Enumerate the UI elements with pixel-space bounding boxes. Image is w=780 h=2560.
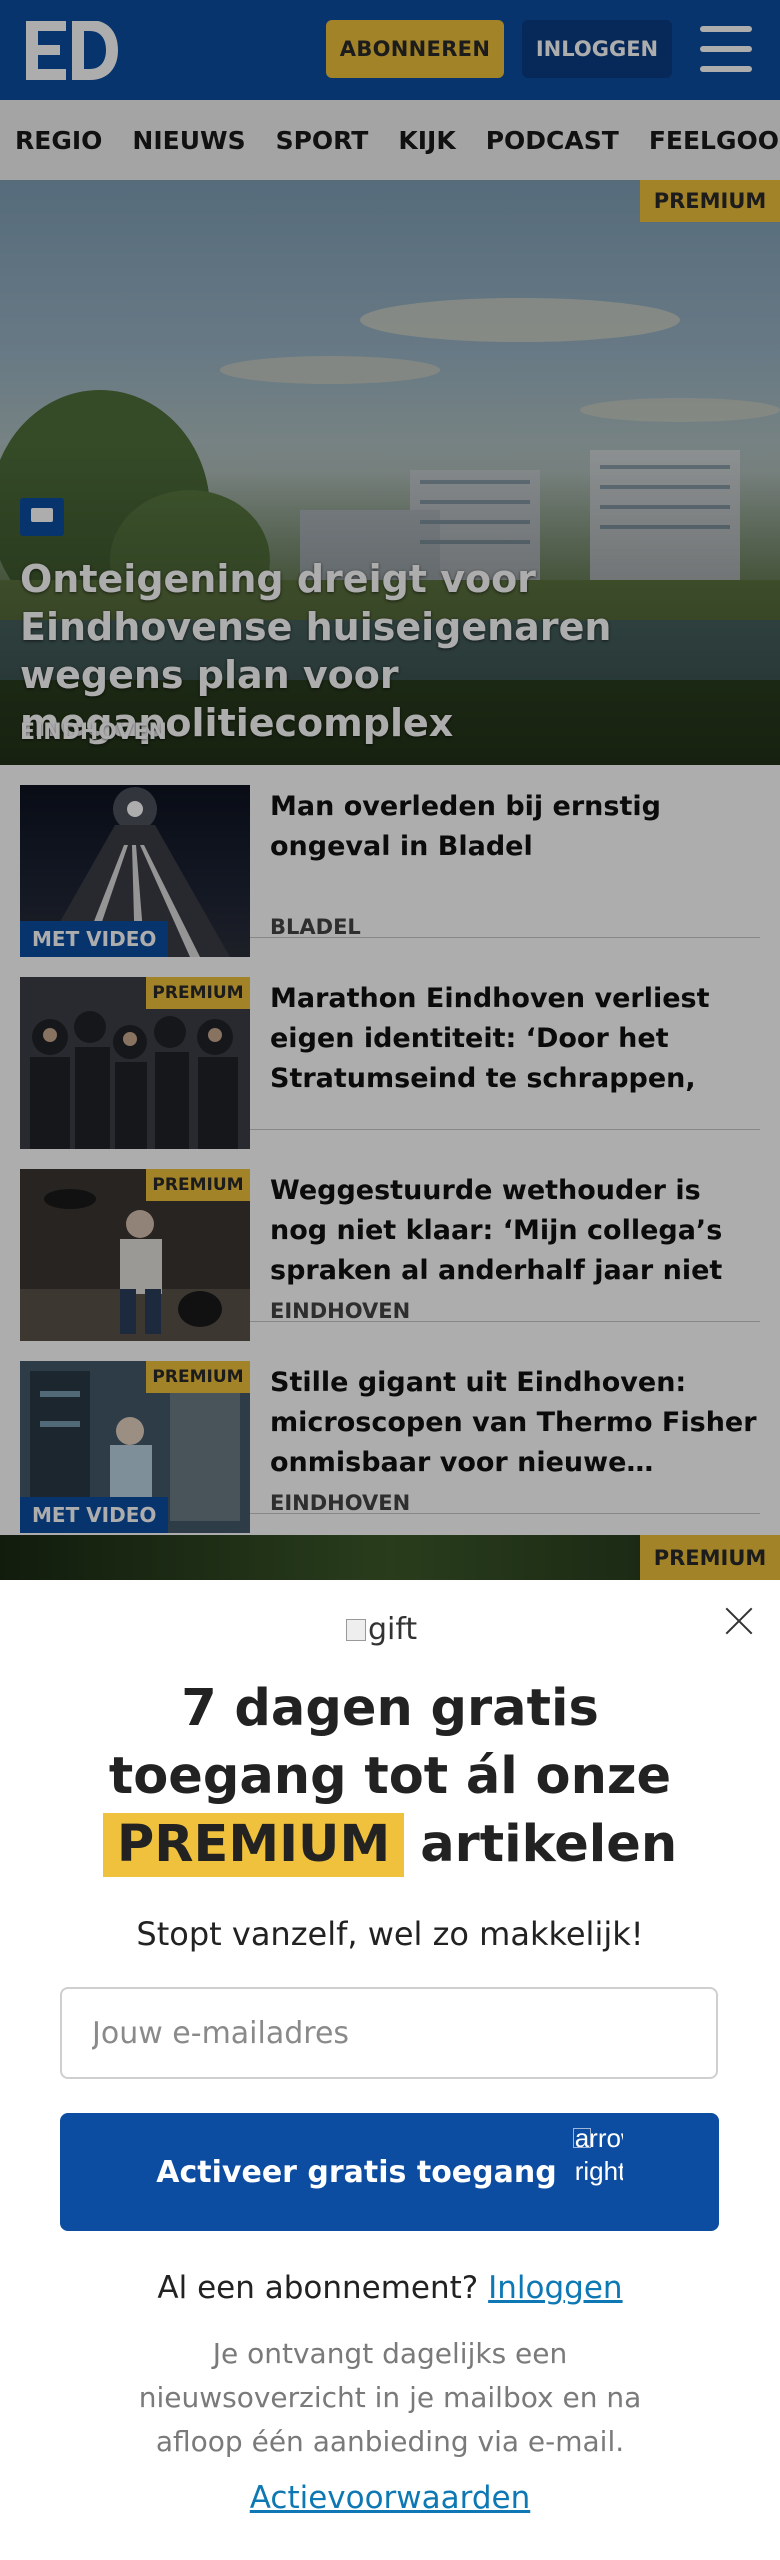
broken-image-icon — [346, 1618, 366, 1641]
modal-title-line3-rest: artikelen — [420, 1815, 678, 1874]
modal-title-line3: PREMIUM artikelen — [40, 1811, 740, 1879]
activate-free-access-button[interactable]: Activeer gratis toegang arrow right — [60, 2113, 719, 2231]
gift-alt-text: gift — [368, 1612, 418, 1647]
premium-highlight: PREMIUM — [102, 1813, 405, 1877]
arrow-right-icon: arrow right — [572, 2122, 623, 2222]
modal-subtitle: Stopt vanzelf, wel zo makkelijk! — [136, 1915, 644, 1953]
login-link[interactable]: Inloggen — [488, 2270, 622, 2306]
gift-icon: gift — [346, 1612, 417, 1647]
activate-button-label: Activeer gratis toegang — [156, 2154, 557, 2190]
broken-image-icon — [572, 2128, 591, 2148]
conditions-link[interactable]: Actievoorwaarden — [40, 2480, 740, 2516]
already-subscribed: Al een abonnement? Inloggen — [40, 2270, 740, 2306]
premium-offer-modal: gift 7 dagen gratis toegang tot ál onze … — [0, 1580, 780, 2560]
info-text: Je ontvangt dagelijks een nieuwsoverzich… — [138, 2337, 642, 2458]
page-dim-overlay[interactable] — [0, 0, 780, 1580]
modal-title-line1: 7 dagen gratis — [181, 1679, 599, 1738]
close-icon[interactable] — [724, 1606, 754, 1636]
email-field[interactable] — [60, 1987, 718, 2079]
modal-title: 7 dagen gratis toegang tot ál onze PREMI… — [40, 1675, 740, 1879]
already-subscribed-text: Al een abonnement? — [157, 2270, 479, 2306]
modal-title-line2: toegang tot ál onze — [108, 1747, 672, 1806]
